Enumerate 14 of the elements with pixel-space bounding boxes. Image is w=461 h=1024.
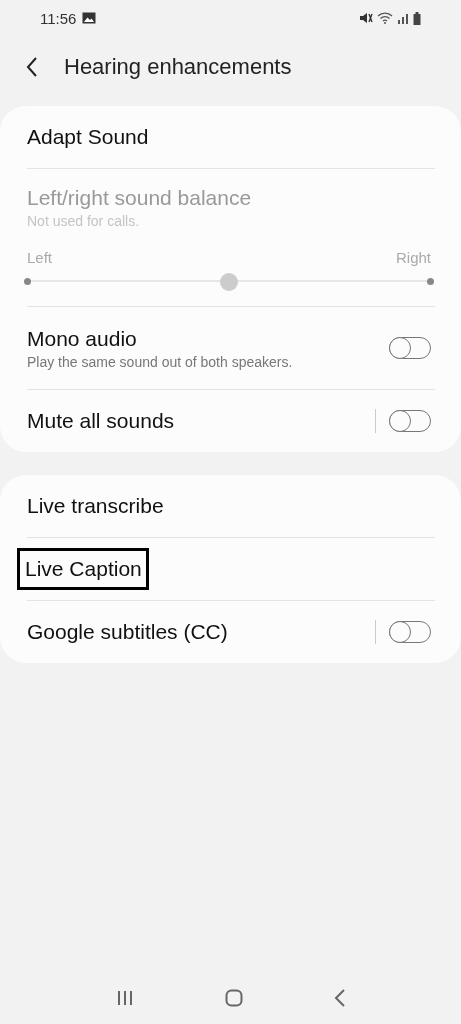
setting-title: Mute all sounds: [27, 409, 176, 433]
setting-title: Mono audio: [27, 326, 138, 351]
slider-label: Right: [395, 249, 431, 266]
page-title: Hearing enhancements: [64, 54, 292, 80]
highlight-frame: Live Caption: [17, 548, 149, 590]
slider-label: Left: [27, 249, 53, 266]
clock-time: 11:56: [40, 9, 77, 27]
setting-title: Google subtitles (CC): [27, 620, 229, 644]
settings-item[interactable]: Live transcribe: [17, 475, 431, 537]
setting-subtitle: Play the same sound out of both speakers.: [27, 353, 294, 370]
settings-item[interactable]: Adapt Sound: [17, 106, 431, 168]
settings-item[interactable]: Live Caption: [17, 538, 431, 600]
setting-title: Left/right sound balance: [27, 186, 253, 210]
setting-subtitle: Not used for calls.: [27, 213, 141, 229]
